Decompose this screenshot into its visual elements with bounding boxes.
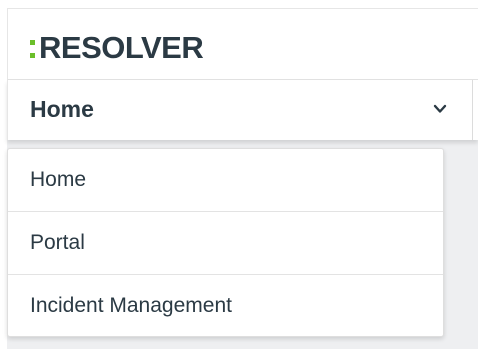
app-header: RESOLVER bbox=[7, 8, 478, 80]
logo-text: RESOLVER bbox=[39, 29, 204, 65]
menu-item-incident-management[interactable]: Incident Management bbox=[8, 275, 443, 336]
menu-item-portal[interactable]: Portal bbox=[8, 212, 443, 275]
menu-item-home[interactable]: Home bbox=[8, 149, 443, 212]
nav-bar: Home bbox=[7, 80, 478, 140]
menu-item-label: Home bbox=[30, 168, 87, 191]
logo-colon-mark bbox=[30, 40, 35, 58]
menu-item-label: Portal bbox=[30, 231, 85, 254]
app-selector-dropdown[interactable]: Home bbox=[8, 80, 473, 140]
app-selector-label: Home bbox=[30, 96, 94, 122]
logo-dot-top bbox=[30, 40, 35, 45]
app-selector-menu: Home Portal Incident Management bbox=[7, 148, 444, 337]
app-page: RESOLVER Home Home Portal Incident Manag… bbox=[0, 0, 478, 349]
logo-dot-bottom bbox=[30, 53, 35, 58]
menu-item-label: Incident Management bbox=[30, 294, 232, 317]
chevron-down-icon[interactable] bbox=[432, 101, 448, 117]
resolver-logo[interactable]: RESOLVER bbox=[30, 29, 204, 65]
